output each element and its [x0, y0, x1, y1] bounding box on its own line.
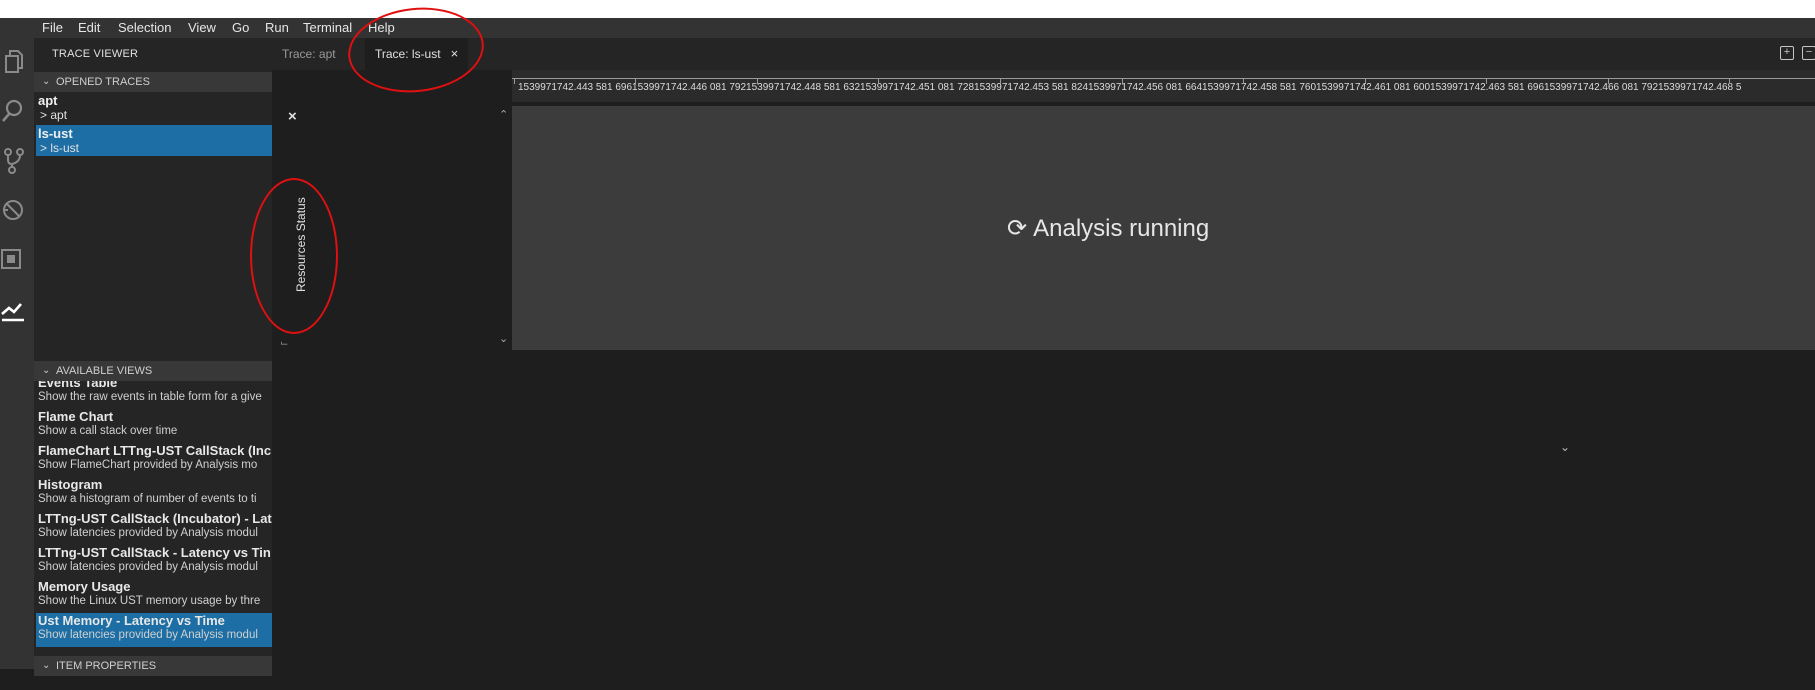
- resize-handle-icon[interactable]: ⌙: [280, 338, 288, 349]
- search-icon[interactable]: [0, 94, 34, 134]
- view-histogram[interactable]: Histogram Show a histogram of number of …: [36, 477, 272, 511]
- tab-label: Trace: apt: [282, 47, 336, 61]
- ruler-tick: [757, 78, 758, 84]
- view-title: Events Table: [38, 381, 118, 390]
- chevron-down-icon: ⌄: [42, 365, 51, 376]
- ruler-tick: [1000, 78, 1001, 84]
- menu-file[interactable]: File: [42, 18, 63, 38]
- view-desc: Show latencies provided by Analysis modu…: [38, 527, 258, 539]
- view-lttng-callstack-latency[interactable]: LTTng-UST CallStack - Latency vs Tin Sho…: [36, 545, 272, 579]
- opened-traces-label: OPENED TRACES: [56, 76, 150, 88]
- zoom-out-icon[interactable]: −: [1802, 46, 1815, 60]
- menu-selection[interactable]: Selection: [118, 18, 171, 38]
- trace-name: ls-ust: [38, 126, 73, 141]
- top-white-strip: [0, 0, 1815, 18]
- view-flame-chart[interactable]: Flame Chart Show a call stack over time: [36, 409, 272, 443]
- ruler-tick: [1608, 78, 1609, 84]
- ruler-line: [512, 78, 1815, 79]
- chevron-up-icon[interactable]: ⌃: [499, 108, 508, 121]
- view-desc: Show a call stack over time: [38, 425, 178, 437]
- menu-run[interactable]: Run: [265, 18, 289, 38]
- view-desc: Show latencies provided by Analysis modu…: [38, 561, 258, 573]
- explorer-icon[interactable]: [0, 44, 34, 84]
- editor-tab-bar: Trace: apt Trace: ls-ust × + −: [272, 38, 1815, 70]
- chevron-down-icon[interactable]: ⌄: [499, 332, 508, 345]
- menu-go[interactable]: Go: [232, 18, 249, 38]
- analysis-status: ⟳ Analysis running: [1007, 214, 1209, 243]
- refresh-icon: ⟳: [1007, 215, 1028, 242]
- menu-edit[interactable]: Edit: [78, 18, 100, 38]
- opened-traces-header[interactable]: ⌄ OPENED TRACES: [34, 72, 272, 92]
- ruler-tick-labels: 1539971742.443 581 6961539971742.446 081…: [518, 82, 1742, 93]
- chevron-down-icon: ⌄: [42, 660, 51, 671]
- ruler-tick: [1486, 78, 1487, 84]
- ruler-tick: [878, 78, 879, 84]
- debug-icon[interactable]: [0, 194, 34, 234]
- trace-item-apt[interactable]: apt > apt: [36, 92, 272, 122]
- menu-bar: File Edit Selection View Go Run Terminal…: [0, 18, 1815, 38]
- timegraph-area[interactable]: ⟳ Analysis running ⌄: [512, 106, 1815, 454]
- view-title: LTTng-UST CallStack (Incubator) - Lat: [38, 511, 272, 526]
- ruler-tick: [1243, 78, 1244, 84]
- view-lttng-callstack-incubator[interactable]: LTTng-UST CallStack (Incubator) - Lat Sh…: [36, 511, 272, 545]
- extensions-icon[interactable]: [0, 244, 34, 284]
- view-desc: Show a histogram of number of events to …: [38, 493, 257, 505]
- ruler-tick: [514, 78, 515, 84]
- item-properties-label: ITEM PROPERTIES: [56, 660, 157, 672]
- menu-terminal[interactable]: Terminal: [303, 18, 352, 38]
- trace-viewer-icon[interactable]: [0, 294, 34, 334]
- views-list: Events Table Show the raw events in tabl…: [34, 381, 272, 690]
- time-axis-ruler: 1539971742.443 581 6961539971742.446 081…: [512, 70, 1815, 102]
- analysis-running-text: Analysis running: [1033, 215, 1210, 242]
- view-title: Histogram: [38, 477, 103, 492]
- activity-bar: [0, 38, 34, 669]
- close-panel-icon[interactable]: ×: [288, 108, 297, 125]
- ruler-tick: [1729, 78, 1730, 84]
- view-title: Flame Chart: [38, 409, 114, 424]
- ruler-tick: [1365, 78, 1366, 84]
- view-events-table[interactable]: Events Table Show the raw events in tabl…: [36, 381, 272, 409]
- view-title: LTTng-UST CallStack - Latency vs Tin: [38, 545, 271, 560]
- view-desc: Show the Linux UST memory usage by thre: [38, 595, 261, 607]
- tab-trace-apt[interactable]: Trace: apt: [272, 38, 346, 70]
- sidebar-title: TRACE VIEWER: [52, 48, 139, 60]
- ruler-tick: [635, 78, 636, 84]
- trace-item-ls-ust[interactable]: ls-ust > ls-ust: [36, 125, 272, 156]
- item-properties-header[interactable]: ⌄ ITEM PROPERTIES: [34, 656, 272, 676]
- view-title: Ust Memory - Latency vs Time: [38, 613, 225, 628]
- trace-sub: > ls-ust: [40, 141, 80, 155]
- view-desc: Show latencies provided by Analysis modu…: [38, 629, 258, 641]
- view-title: Memory Usage: [38, 579, 131, 594]
- available-views-label: AVAILABLE VIEWS: [56, 365, 153, 377]
- view-title: FlameChart LTTng-UST CallStack (Inc: [38, 443, 272, 458]
- red-annotation-circle-label: [250, 178, 338, 334]
- chevron-down-icon[interactable]: ⌄: [1560, 440, 1570, 454]
- zoom-in-icon[interactable]: +: [1780, 46, 1794, 60]
- trace-name: apt: [38, 93, 58, 108]
- view-ust-memory-latency[interactable]: Ust Memory - Latency vs Time Show latenc…: [36, 613, 272, 647]
- ruler-tick: [1122, 78, 1123, 84]
- view-memory-usage[interactable]: Memory Usage Show the Linux UST memory u…: [36, 579, 272, 613]
- available-views-header[interactable]: ⌄ AVAILABLE VIEWS: [34, 361, 272, 381]
- view-flamechart-lttng[interactable]: FlameChart LTTng-UST CallStack (Inc Show…: [36, 443, 272, 477]
- sidebar: TRACE VIEWER ⌄ OPENED TRACES apt > apt l…: [34, 38, 272, 676]
- source-control-icon[interactable]: [0, 144, 34, 184]
- menu-view[interactable]: View: [188, 18, 216, 38]
- vertical-scrollbar[interactable]: ⌃ ⌄: [497, 108, 512, 350]
- trace-sub: > apt: [40, 108, 68, 122]
- view-desc: Show FlameChart provided by Analysis mo: [38, 459, 258, 471]
- view-desc: Show the raw events in table form for a …: [38, 391, 262, 403]
- chevron-down-icon: ⌄: [42, 76, 51, 87]
